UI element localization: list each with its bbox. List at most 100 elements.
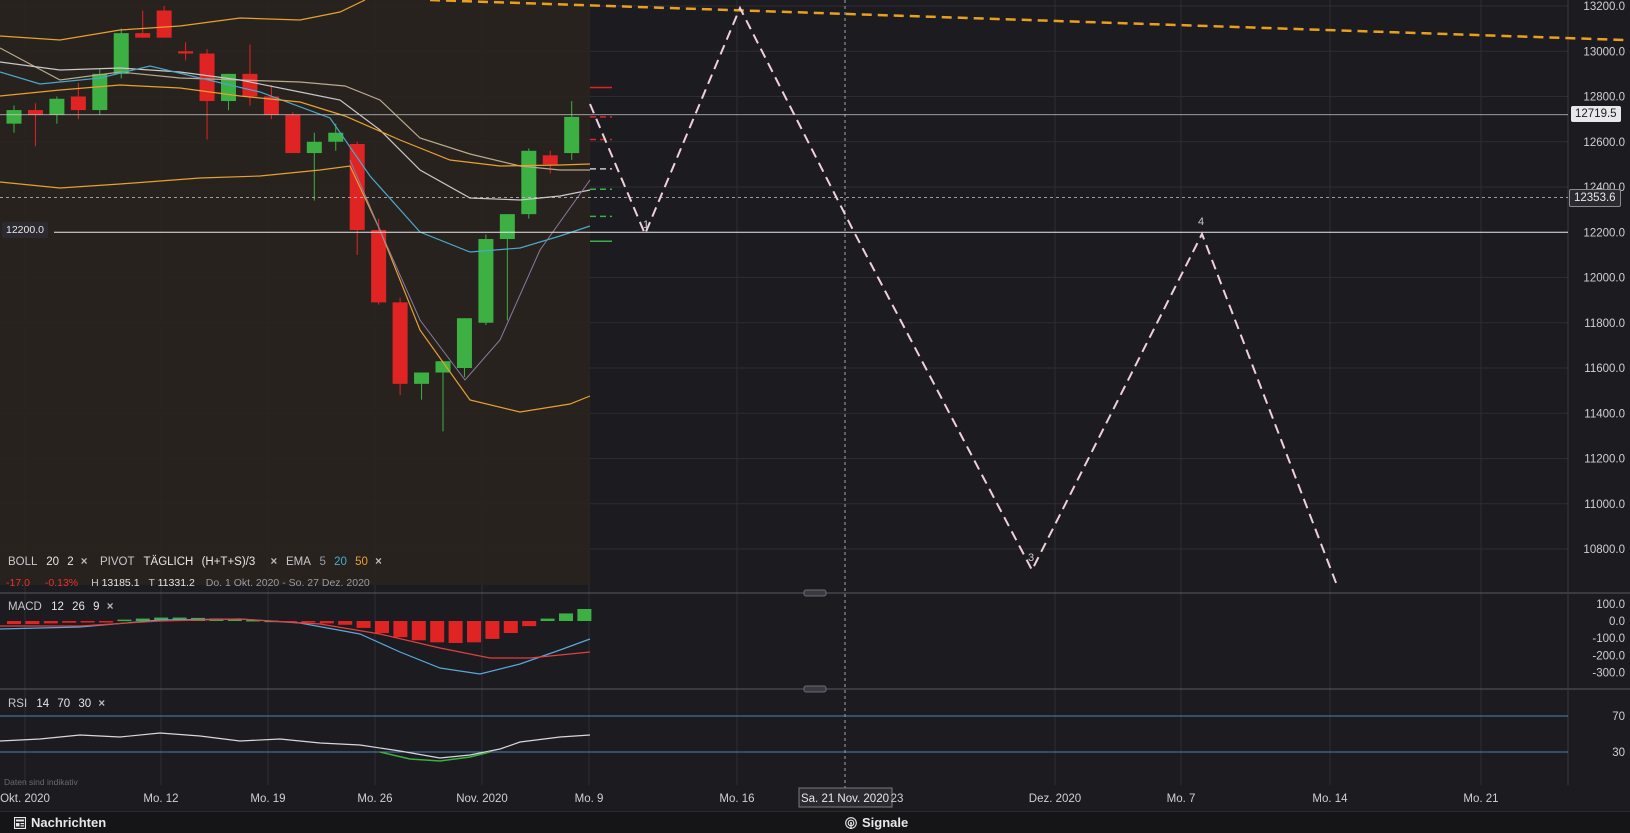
candle-body [92, 73, 108, 111]
candle-body [199, 53, 215, 102]
pivot-name: PIVOT [100, 556, 135, 568]
macd-legend[interactable]: MACD 12 26 9 × [8, 601, 113, 613]
boll-dev: 2 [67, 556, 74, 568]
rsi-legend[interactable]: RSI 14 70 30 × [8, 698, 105, 710]
rsi-name: RSI [8, 698, 28, 710]
candle-body [456, 318, 472, 368]
time-tick-label: Nov. 2020 [456, 793, 508, 805]
macd-slow: 26 [72, 601, 85, 613]
bottom-bar: Nachrichten Signale [0, 811, 1630, 833]
boll-legend[interactable]: BOLL 20 2 × [8, 556, 88, 568]
macd-tick-label: -200.0 [1592, 650, 1625, 662]
macd-tick-label: 0.0 [1609, 616, 1625, 628]
price-tick-label: 11800.0 [1584, 318, 1625, 330]
candle-body [70, 96, 86, 111]
current-price-tag: 12719.5 [1571, 106, 1621, 122]
macd-histogram-bar [25, 621, 40, 625]
candle-body [285, 114, 301, 154]
macd-histogram-bar [338, 621, 353, 625]
macd-name: MACD [8, 601, 42, 613]
candle-body [156, 10, 172, 38]
macd-tick-label: -300.0 [1592, 668, 1625, 680]
candle-body [564, 116, 580, 154]
price-tick-label: 13200.0 [1583, 1, 1625, 13]
low-label: T [148, 577, 155, 589]
price-tick-label: 13000.0 [1583, 46, 1625, 58]
wave-projection [589, 5, 1339, 589]
change-value: -17.0 [6, 577, 30, 589]
wave-label-3: 3 [1028, 552, 1034, 564]
boll-close-icon[interactable]: × [81, 556, 88, 568]
news-label: Nachrichten [31, 815, 107, 830]
data-note: Daten sind indikativ [4, 777, 78, 787]
pivot-period: TÄGLICH [143, 556, 194, 568]
candle-body [414, 372, 430, 384]
macd-histogram-bar [375, 621, 389, 634]
macd-histogram-bar [301, 621, 316, 623]
macd-histogram-bar [393, 621, 408, 638]
price-tick-label: 12800.0 [1583, 92, 1625, 104]
change-percent: -0.13% [44, 577, 79, 589]
ema-legend[interactable]: EMA 5 20 50 × [286, 556, 382, 568]
ema-name: EMA [286, 556, 311, 568]
price-tick-label: 12200.0 [1583, 227, 1625, 239]
chart-canvas[interactable]: 134 13200.013000.012800.012600.012400.01… [0, 0, 1630, 811]
candle-body [521, 150, 537, 215]
candle-body [392, 302, 408, 384]
price-stats: -17.0 -0.13% H 13185.1 T 11331.2 Do. 1 O… [6, 577, 370, 589]
high-value: 13185.1 [101, 577, 140, 589]
price-tick-label: 11400.0 [1584, 408, 1625, 420]
macd-panel [0, 608, 592, 675]
time-tick-label: Mo. 16 [719, 793, 754, 805]
signals-tab[interactable]: Signale [845, 815, 908, 830]
rsi-oversold-segment [379, 751, 491, 762]
candle-body [135, 33, 151, 38]
ema-close-icon[interactable]: × [375, 556, 382, 568]
panel-resize-handle [803, 685, 827, 693]
rsi-panel [0, 715, 1568, 762]
time-tick-label: Dez. 2020 [1029, 793, 1081, 805]
macd-histogram-bar [117, 619, 132, 622]
news-tab[interactable]: Nachrichten [14, 815, 106, 830]
macd-histogram-bar [411, 621, 426, 641]
macd-histogram-bar [99, 621, 113, 623]
price-tick-label: 11200.0 [1584, 454, 1625, 466]
price-tick-label: 11600.0 [1584, 363, 1625, 375]
ema-period-1: 5 [319, 556, 326, 568]
rsi-line [0, 732, 591, 759]
time-tick-label: Okt. 2020 [0, 793, 50, 805]
pivot-close-icon[interactable]: × [270, 556, 277, 568]
rsi-tick-label: 30 [1612, 747, 1625, 759]
macd-histogram-bar [467, 621, 481, 643]
macd-histogram-bar [577, 608, 592, 621]
macd-close-icon[interactable]: × [107, 601, 114, 613]
low-value: 11331.2 [157, 577, 195, 589]
ema-period-3: 50 [355, 556, 368, 568]
level-price-tag[interactable]: 12200.0 [2, 222, 48, 238]
macd-tick-label: -100.0 [1592, 633, 1625, 645]
time-tick-label: Mo. 19 [250, 793, 285, 805]
candle-body [27, 110, 43, 115]
macd-histogram-bar [319, 621, 334, 624]
crosshair-price-tag: 12353.6 [1569, 189, 1621, 207]
macd-tick-label: 100.0 [1596, 599, 1625, 611]
candle-body [178, 51, 194, 54]
price-tick-label: 12600.0 [1583, 137, 1625, 149]
candle-body [306, 141, 322, 154]
signals-label: Signale [862, 815, 909, 830]
price-tick-label: 10800.0 [1583, 544, 1625, 556]
rsi-lower: 30 [78, 698, 92, 710]
wave-label-4: 4 [1198, 216, 1204, 228]
macd-histogram-bar [448, 621, 463, 644]
date-range: Do. 1 Okt. 2020 - So. 27 Dez. 2020 [205, 577, 370, 589]
macd-histogram-bar [503, 621, 518, 634]
rsi-close-icon[interactable]: × [98, 698, 105, 710]
candle-body [499, 214, 515, 240]
pivot-legend[interactable]: PIVOT TÄGLICH (H+T+S)/3 × [100, 556, 277, 568]
time-tick-label: Mo. 26 [357, 793, 392, 805]
candle-body [6, 110, 22, 124]
boll-name: BOLL [8, 556, 37, 568]
macd-fast: 12 [51, 601, 64, 613]
rsi-tick-label: 70 [1612, 711, 1625, 723]
time-tick-label: Mo. 7 [1167, 793, 1196, 805]
